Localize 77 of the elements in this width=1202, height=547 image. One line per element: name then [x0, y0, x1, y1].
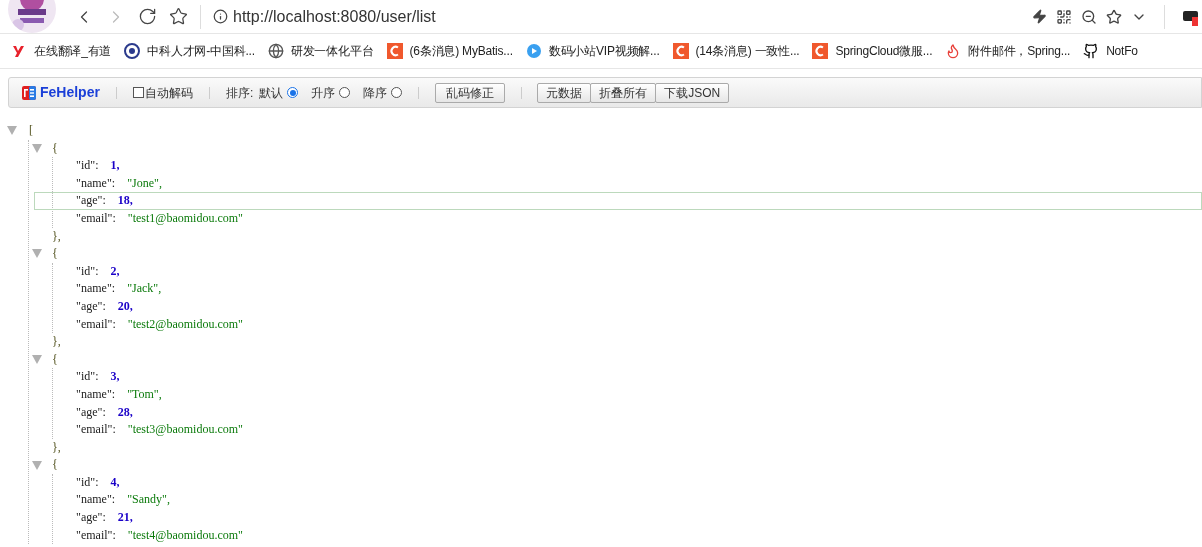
json-key: "age": [76, 403, 106, 422]
json-key: "email": [76, 209, 116, 228]
toolbar-button[interactable]: 下载JSON [655, 82, 730, 103]
json-key: "age": [76, 297, 106, 316]
json-key: "name": [76, 491, 116, 510]
json-value: 1, [110, 157, 120, 175]
json-key: "email": [76, 421, 116, 439]
json-value: 18, [117, 192, 133, 210]
bracket: { [52, 139, 58, 157]
json-value: "Sandy", [127, 491, 170, 509]
bookmark-item[interactable]: (14条消息) 一致性... [672, 42, 800, 60]
sort-radio[interactable]: 默认 [259, 83, 299, 102]
play-icon [525, 43, 542, 59]
json-value: 21, [117, 509, 133, 527]
json-value: 20, [117, 297, 133, 315]
seal-icon [124, 43, 141, 59]
fehelper-title: FeHelper [40, 83, 100, 102]
json-value: 2, [110, 262, 120, 280]
sort-label: 排序: [225, 84, 254, 102]
json-key: "id": [76, 368, 99, 386]
bookmark-item[interactable]: 研发一体化平台 [267, 42, 374, 60]
csdn-c-icon [672, 43, 689, 59]
json-value: "test3@baomidou.com" [127, 421, 243, 439]
json-key: "id": [76, 473, 99, 492]
zoom-out-icon[interactable] [1081, 8, 1097, 25]
json-value: "test2@baomidou.com" [127, 315, 243, 333]
json-key: "email": [76, 526, 116, 545]
bracket: { [52, 456, 58, 474]
star-icon[interactable] [1106, 8, 1122, 25]
github-icon [1083, 43, 1100, 59]
json-value: 3, [110, 368, 120, 386]
bracket: { [52, 350, 58, 368]
checkbox[interactable] [132, 87, 144, 98]
json-key: "id": [76, 262, 99, 281]
json-key: "id": [76, 157, 99, 175]
sort-radio[interactable]: 降序 [363, 83, 403, 102]
fix-encoding-button[interactable]: 乱码修正 [435, 82, 506, 103]
json-key: "name": [76, 385, 116, 404]
bookmark-item[interactable]: 附件邮件，Spring... [945, 42, 1071, 60]
qr-code-icon[interactable] [1056, 8, 1072, 25]
youdao-icon [11, 43, 27, 59]
sort-radio[interactable]: 升序 [311, 83, 351, 102]
reload-icon[interactable] [138, 7, 157, 26]
csdn-c-icon [812, 43, 829, 59]
bookmark-star-icon[interactable] [169, 7, 188, 26]
address-field[interactable]: http://localhost:8080/user/list [233, 4, 436, 29]
json-key: "email": [76, 315, 116, 334]
json-key: "name": [76, 280, 116, 298]
json-value: "Jack", [127, 280, 162, 298]
lightning-icon[interactable] [1032, 9, 1047, 24]
toolbar-button[interactable]: 元数据 [537, 82, 592, 103]
bookmark-item[interactable]: 数码小站VIP视频解... [525, 42, 660, 60]
bracket: [ [29, 122, 33, 139]
fehelper-logo-icon [22, 85, 36, 100]
json-key: "age": [76, 509, 106, 527]
bookmark-item[interactable]: (6条消息) MyBatis... [386, 42, 513, 60]
site-info-icon[interactable] [213, 9, 228, 24]
json-value: "Tom", [127, 385, 162, 403]
bookmark-item[interactable]: 中科人才网-中国科... [124, 42, 255, 60]
bracket: }, [52, 439, 61, 454]
csdn-c-icon [386, 43, 403, 59]
json-value: "test1@baomidou.com" [127, 209, 243, 227]
json-value: 28, [117, 403, 133, 421]
json-value: "Jone", [127, 174, 162, 192]
bracket: }, [52, 334, 61, 349]
bookmark-item[interactable]: 在线翻译_有道 [11, 42, 112, 60]
toolbar-button[interactable]: 折叠所有 [590, 82, 657, 103]
json-value: "test4@baomidou.com" [127, 526, 243, 544]
json-key: "name": [76, 174, 116, 193]
bookmark-item[interactable]: NotFo [1083, 42, 1138, 60]
globe-icon [267, 43, 284, 59]
bookmark-item[interactable]: SpringCloud微服... [812, 42, 933, 60]
bracket: }, [52, 228, 61, 243]
json-value: 4, [110, 473, 120, 491]
bracket: { [52, 245, 58, 263]
checkbox-label: 自动解码 [144, 84, 193, 102]
json-key: "age": [76, 192, 106, 210]
